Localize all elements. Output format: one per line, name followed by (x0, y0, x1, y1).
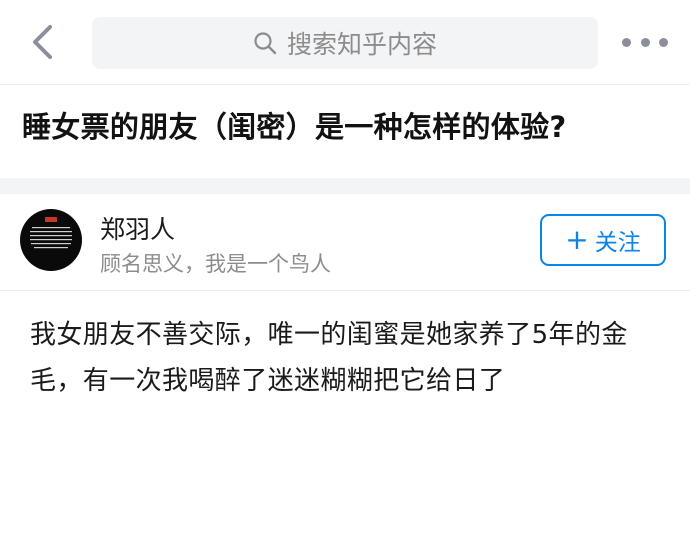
author-bio: 顾名思义，我是一个鸟人 (100, 252, 331, 276)
top-bar: 搜索知乎内容 (0, 0, 690, 85)
answer-text: 我女朋友不善交际，唯一的闺蜜是她家养了5年的金毛，有一次我喝醉了迷迷糊糊把它给日… (30, 320, 628, 396)
search-bar[interactable]: 搜索知乎内容 (92, 17, 598, 69)
avatar-image (30, 217, 72, 249)
chevron-left-icon (33, 25, 52, 59)
back-button[interactable] (22, 20, 62, 64)
plus-icon: + (565, 223, 589, 256)
follow-button[interactable]: + 关注 (540, 214, 666, 266)
author-row: 郑羽人 顾名思义，我是一个鸟人 + 关注 (0, 194, 690, 291)
author-name[interactable]: 郑羽人 (100, 210, 175, 246)
more-dots-icon[interactable] (622, 33, 668, 51)
search-placeholder: 搜索知乎内容 (286, 30, 437, 59)
search-icon (254, 32, 277, 55)
section-divider (0, 178, 690, 194)
avatar[interactable] (20, 209, 82, 271)
question-title[interactable]: 睡女票的朋友（闺密）是一种怎样的体验? (22, 104, 672, 146)
follow-label: 关注 (594, 230, 641, 256)
